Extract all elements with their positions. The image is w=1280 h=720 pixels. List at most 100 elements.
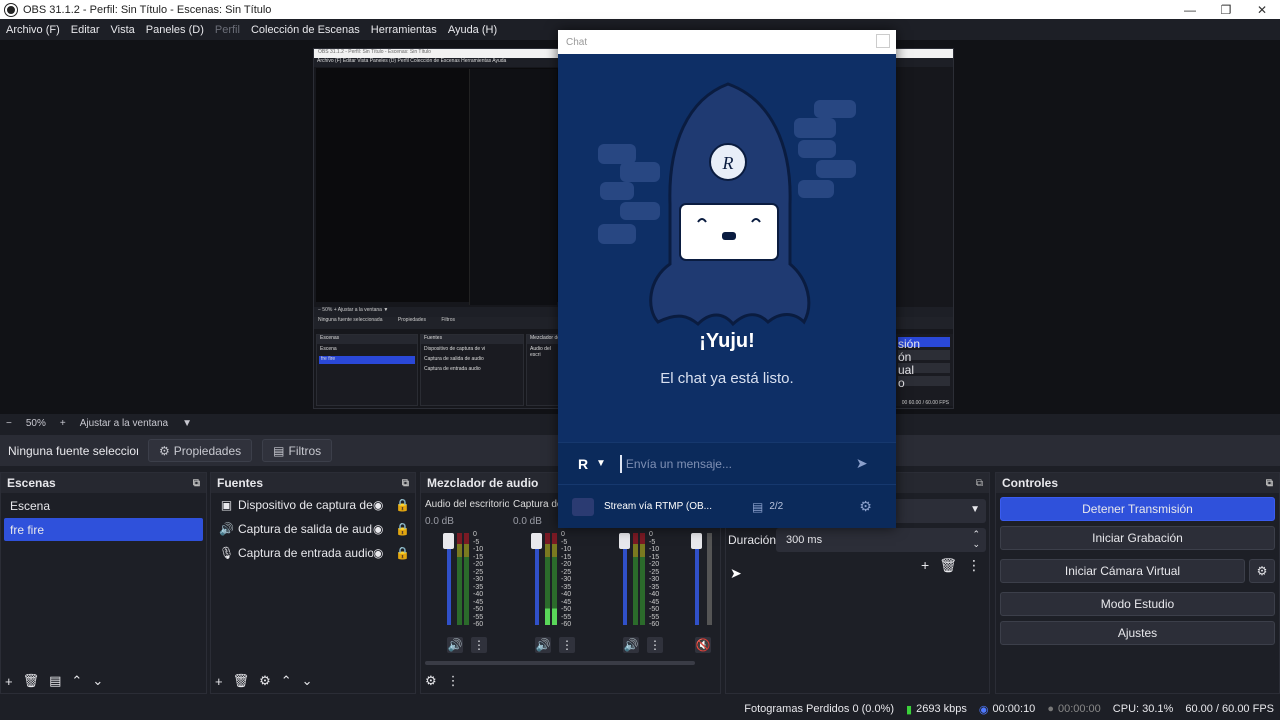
properties-label: Propiedades <box>173 443 242 458</box>
more-icon[interactable]: ⋮ <box>647 637 663 653</box>
source-item[interactable]: 🔊 Captura de salida de audio ◉ 🔒 <box>211 517 415 541</box>
filter-icon: ▤ <box>273 443 285 458</box>
obs-logo-icon <box>5 3 17 16</box>
nested-no-source: Ninguna fuente seleccionada <box>318 317 383 323</box>
sources-title: Fuentes <box>217 476 264 490</box>
speaker-icon[interactable]: 🔊 <box>623 637 639 653</box>
lock-icon[interactable]: 🔒 <box>395 522 410 536</box>
arrow-up-icon[interactable]: ⌃ <box>71 673 82 689</box>
chat-title: Chat <box>566 36 588 48</box>
gear-icon[interactable]: ⚙ <box>859 498 872 515</box>
speaker-icon[interactable]: 🔊 <box>447 637 463 653</box>
menu-vista[interactable]: Vista <box>111 24 135 36</box>
account-avatar[interactable]: R <box>574 455 592 473</box>
add-icon[interactable]: + <box>921 557 929 574</box>
start-recording-button[interactable]: Iniciar Grabación <box>1000 526 1275 550</box>
level-meter <box>457 533 462 625</box>
menu-perfil[interactable]: Perfil <box>215 24 240 36</box>
undock-icon[interactable]: ⧉ <box>1266 478 1273 489</box>
advanced-audio-icon[interactable]: ⚙ <box>425 673 437 689</box>
virtual-cam-row: Iniciar Cámara Virtual ⚙ <box>996 555 1279 588</box>
trash-icon[interactable]: 🗑 <box>939 557 957 574</box>
scene-item-escena[interactable]: Escena <box>4 494 203 517</box>
close-chat-button[interactable] <box>876 34 890 48</box>
mouse-cursor-icon: ➤ <box>730 565 742 581</box>
chat-heading: ¡Yuju! <box>699 330 755 352</box>
undock-icon[interactable]: ⧉ <box>976 478 983 489</box>
eye-icon[interactable]: ◉ <box>373 546 383 560</box>
mixer-scrollbar[interactable] <box>425 661 695 665</box>
channel-db: 0.0 dB <box>425 516 454 527</box>
add-icon[interactable]: + <box>5 674 13 689</box>
cpu-usage: CPU: 30.1% <box>1112 703 1174 715</box>
stream-destination-icon <box>572 497 594 516</box>
stop-streaming-button[interactable]: Detener Transmisión <box>1000 497 1275 521</box>
source-item[interactable]: ▣ Dispositivo de captura de vi ◉ 🔒 <box>211 493 415 517</box>
fit-to-window[interactable]: Ajustar a la ventana <box>80 418 168 429</box>
volume-slider-handle[interactable] <box>443 533 454 549</box>
server-icon: ▤ <box>752 499 764 514</box>
menu-ayuda[interactable]: Ayuda (H) <box>448 24 497 36</box>
chat-message-input[interactable]: Envía un mensaje... <box>619 454 840 473</box>
menu-editar[interactable]: Editar <box>71 24 100 36</box>
close-button[interactable]: ✕ <box>1244 0 1280 19</box>
nested-fps: 00 60.00 / 60.00 FPS <box>901 400 949 406</box>
scene-item-fre-fire[interactable]: fre fire <box>4 518 203 541</box>
zoom-level: 50% <box>25 418 46 429</box>
studio-mode-button[interactable]: Modo Estudio <box>1000 592 1275 616</box>
speaker-icon[interactable]: 🔊 <box>535 637 551 653</box>
volume-slider-handle[interactable] <box>691 533 702 549</box>
eye-icon[interactable]: ◉ <box>373 522 383 536</box>
source-item[interactable]: 🎙 Captura de entrada audio ◉ 🔒 <box>211 541 415 565</box>
more-icon[interactable]: ⋮ <box>471 637 487 653</box>
stream-destination-label[interactable]: Stream vía RTMP (OB... <box>604 501 724 512</box>
volume-slider-handle[interactable] <box>619 533 630 549</box>
maximize-button[interactable]: ❐ <box>1208 0 1244 19</box>
arrow-down-icon[interactable]: ⌄ <box>302 673 313 689</box>
eye-icon[interactable]: ◉ <box>373 498 383 512</box>
destination-count: 2/2 <box>769 501 784 512</box>
settings-button[interactable]: Ajustes <box>1000 621 1275 645</box>
undock-icon[interactable]: ⧉ <box>193 478 200 489</box>
volume-slider-handle[interactable] <box>531 533 542 549</box>
chevron-down-icon[interactable]: ▼ <box>596 458 606 469</box>
camera-icon: ▣ <box>220 498 233 512</box>
nested-filters: Filtros <box>441 317 455 323</box>
more-icon[interactable]: ⋮ <box>447 673 460 689</box>
arrow-up-icon[interactable]: ⌃ <box>281 673 292 689</box>
filters-label: Filtros <box>288 443 322 458</box>
menu-paneles[interactable]: Paneles (D) <box>146 24 204 36</box>
nested-scenes-header: Escenas <box>317 335 417 344</box>
level-meter <box>552 533 557 625</box>
meter-scale: 0 -5 -10 -15 -20 -25 -30 -35 -40 -45 -50 -55 -60 <box>649 531 660 628</box>
lock-icon[interactable]: 🔒 <box>395 498 410 512</box>
menu-herramientas[interactable]: Herramientas <box>371 24 437 36</box>
minimize-button[interactable]: — <box>1172 0 1208 19</box>
filter-icon[interactable]: ▤ <box>49 673 61 689</box>
undock-icon[interactable]: ⧉ <box>402 478 409 489</box>
muted-speaker-icon[interactable]: 🔇 <box>695 637 711 653</box>
add-icon[interactable]: + <box>215 674 223 689</box>
zoom-dropdown-icon[interactable]: ▼ <box>182 418 192 429</box>
gear-icon[interactable]: ⚙ <box>259 673 271 689</box>
menu-archivo[interactable]: Archivo (F) <box>6 24 60 36</box>
zoom-out-button[interactable]: − <box>6 418 12 429</box>
spin-down-icon[interactable]: ⌄ <box>972 539 980 550</box>
menu-coleccion-escenas[interactable]: Colección de Escenas <box>251 24 360 36</box>
window-titlebar: OBS 31.1.2 - Perfil: Sin Título - Escena… <box>0 0 1280 19</box>
more-icon[interactable]: ⋮ <box>559 637 575 653</box>
more-icon[interactable]: ⋮ <box>967 557 981 574</box>
trash-icon[interactable]: 🗑 <box>233 673 250 689</box>
lock-icon[interactable]: 🔒 <box>395 546 410 560</box>
duration-input[interactable]: 300 ms ⌃ ⌄ <box>776 528 986 552</box>
send-icon[interactable]: ➤ <box>856 455 868 472</box>
trash-icon[interactable]: 🗑 <box>23 673 40 689</box>
arrow-down-icon[interactable]: ⌄ <box>92 673 103 689</box>
start-virtual-camera-button[interactable]: Iniciar Cámara Virtual <box>1000 559 1245 583</box>
dropped-frames: Fotogramas Perdidos 0 (0.0%) <box>744 703 895 715</box>
properties-button[interactable]: ⚙ Propiedades <box>148 439 253 462</box>
nested-sources-header: Fuentes <box>421 335 523 344</box>
filters-button[interactable]: ▤ Filtros <box>262 439 333 462</box>
zoom-in-button[interactable]: + <box>60 418 66 429</box>
virtual-cam-settings-button[interactable]: ⚙ <box>1249 559 1275 583</box>
